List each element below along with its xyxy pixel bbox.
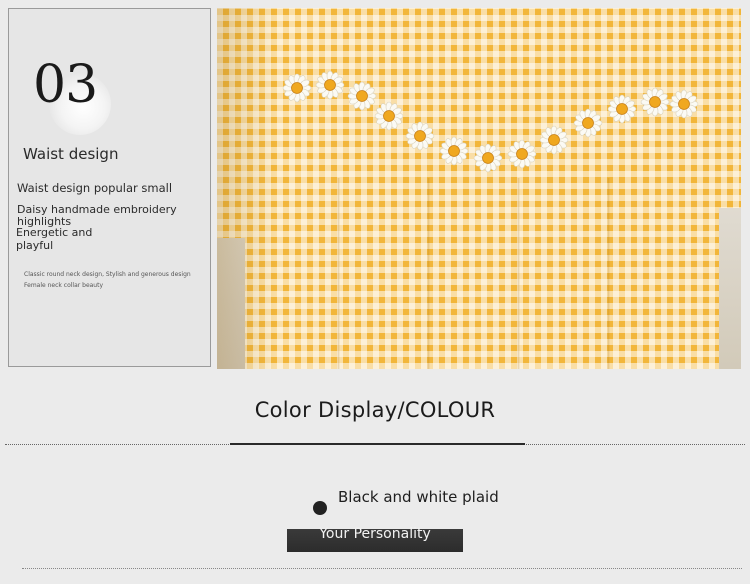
daisy-flower xyxy=(669,89,699,119)
personality-tag: Your Personality xyxy=(319,526,431,542)
daisy-flower xyxy=(607,94,637,124)
daisy-flower xyxy=(439,136,469,166)
detail-line-3: Energetic and playful xyxy=(16,226,93,252)
daisy-trim xyxy=(282,70,699,173)
section-number: 03 xyxy=(33,55,98,115)
color-swatch-dot[interactable] xyxy=(313,501,327,515)
color-option-name[interactable]: Black and white plaid xyxy=(338,489,499,506)
title-underline xyxy=(230,443,525,445)
detail-line-2: Daisy handmade embroidery highlights xyxy=(17,203,177,228)
daisy-flower xyxy=(507,139,537,169)
daisy-flower xyxy=(473,143,503,173)
daisy-flower xyxy=(573,108,603,138)
detail-small-note-1: Classic round neck design, Stylish and g… xyxy=(24,271,191,278)
bottom-divider xyxy=(22,568,742,569)
color-section-title: Color Display/COLOUR xyxy=(254,398,496,422)
detail-title: Waist design xyxy=(23,145,119,163)
daisy-flower xyxy=(347,81,377,111)
daisy-flower xyxy=(374,101,404,131)
daisy-flower xyxy=(405,121,435,151)
product-photo xyxy=(217,8,741,369)
detail-panel: 03 Waist design Waist design popular sma… xyxy=(8,8,211,367)
detail-line-1: Waist design popular small xyxy=(17,181,173,195)
daisy-flower xyxy=(539,125,569,155)
detail-small-note-2: Female neck collar beauty xyxy=(24,282,104,289)
daisy-flower xyxy=(315,70,345,100)
daisy-flower xyxy=(640,87,670,117)
daisy-flower xyxy=(282,73,312,103)
